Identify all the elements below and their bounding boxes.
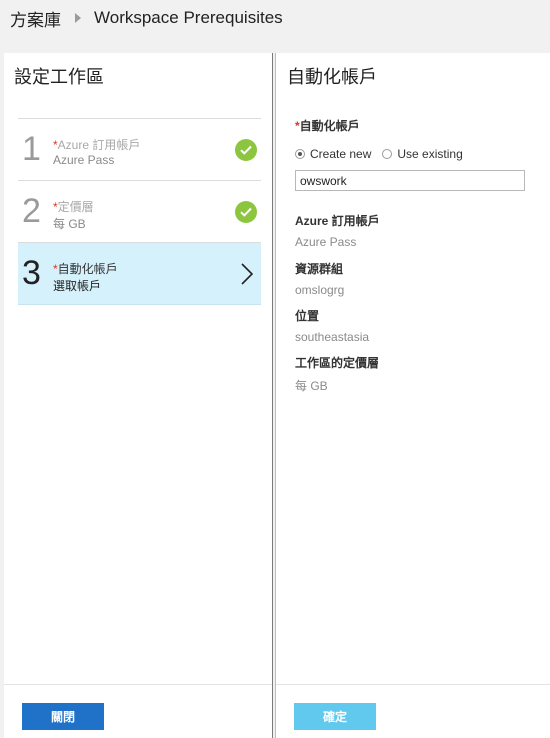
step-subtitle: 每 GB xyxy=(53,217,86,231)
blade-title: 自動化帳戶 xyxy=(287,67,377,87)
breadcrumb-current: Workspace Prerequisites xyxy=(94,8,283,27)
step-title: *自動化帳戶 xyxy=(53,262,118,276)
account-mode-radio-group: Create new Use existing xyxy=(295,147,474,161)
ok-button[interactable]: 確定 xyxy=(294,703,376,730)
breadcrumb: 方案庫 Workspace Prerequisites xyxy=(0,0,550,36)
close-button[interactable]: 關閉 xyxy=(22,703,104,730)
radio-unselected-icon[interactable] xyxy=(382,149,393,159)
create-new-radio[interactable]: Create new xyxy=(295,147,371,161)
step-subscription[interactable]: 1 *Azure 訂用帳戶 Azure Pass xyxy=(18,119,261,181)
pricing-tier-label: 工作區的定價層 xyxy=(295,356,380,370)
step-pricing-tier[interactable]: 2 *定價層 每 GB xyxy=(18,181,261,243)
account-label: *自動化帳戶 xyxy=(295,119,360,133)
automation-account-blade: 自動化帳戶 *自動化帳戶 Create new Use existing Azu… xyxy=(275,53,550,738)
footer-divider xyxy=(4,684,272,685)
check-icon xyxy=(235,201,257,223)
chevron-right-icon xyxy=(241,263,254,290)
location-value: southeastasia xyxy=(295,330,370,344)
setup-workspace-blade: 設定工作區 1 *Azure 訂用帳戶 Azure Pass 2 *定價層 每 … xyxy=(4,53,273,738)
step-title: *定價層 xyxy=(53,200,94,214)
breadcrumb-separator-icon xyxy=(75,13,81,23)
resource-group-label: 資源群組 xyxy=(295,262,344,276)
subscription-value: Azure Pass xyxy=(295,235,357,249)
resource-group-value: omslogrg xyxy=(295,283,345,297)
account-name-input[interactable] xyxy=(295,170,525,191)
steps-list: 1 *Azure 訂用帳戶 Azure Pass 2 *定價層 每 GB 3 *… xyxy=(18,118,261,305)
step-subtitle: Azure Pass xyxy=(53,153,115,167)
use-existing-radio[interactable]: Use existing xyxy=(382,147,463,161)
step-title: *Azure 訂用帳戶 xyxy=(53,138,141,152)
blade-title: 設定工作區 xyxy=(14,67,104,87)
location-label: 位置 xyxy=(295,309,320,323)
footer-divider xyxy=(276,684,550,685)
pricing-tier-value: 每 GB xyxy=(295,379,328,393)
step-automation-account[interactable]: 3 *自動化帳戶 選取帳戶 xyxy=(18,243,261,305)
breadcrumb-root[interactable]: 方案庫 xyxy=(10,6,61,31)
radio-selected-icon[interactable] xyxy=(295,149,305,159)
step-number: 2 xyxy=(22,192,41,230)
step-number: 1 xyxy=(22,130,41,168)
subscription-label: Azure 訂用帳戶 xyxy=(295,214,380,228)
step-subtitle: 選取帳戶 xyxy=(53,279,102,293)
step-number: 3 xyxy=(22,254,41,292)
check-icon xyxy=(235,139,257,161)
